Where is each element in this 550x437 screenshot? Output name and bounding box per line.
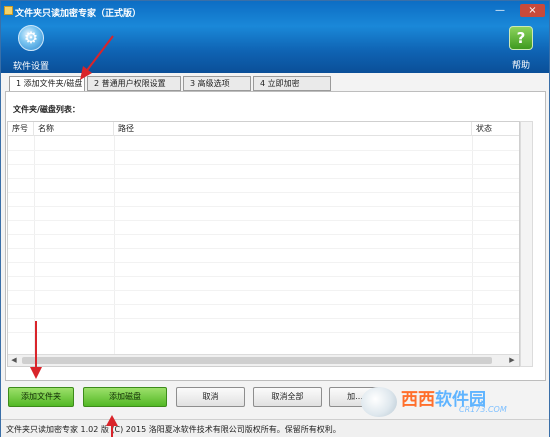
column-divider [472, 136, 473, 354]
app-icon [4, 6, 13, 15]
tab-advanced[interactable]: 3 高级选项 [183, 76, 251, 91]
column-header-name[interactable]: 名称 [34, 122, 114, 136]
scroll-left-icon[interactable]: ◀ [9, 356, 19, 365]
status-bar: 文件夹只读加密专家 1.02 版 (C) 2015 洛阳夏冰软件技术有限公司版权… [1, 419, 549, 437]
side-scroll-area [520, 121, 533, 367]
column-header-index[interactable]: 序号 [8, 122, 34, 136]
row-divider [8, 150, 519, 151]
gear-icon: ⚙ [18, 25, 44, 51]
column-header-path[interactable]: 路径 [114, 122, 472, 136]
question-icon: ? [509, 26, 533, 50]
minimize-button[interactable]: — [492, 4, 508, 17]
close-button[interactable]: × [520, 4, 545, 17]
row-divider [8, 178, 519, 179]
row-divider [8, 318, 519, 319]
settings-button[interactable]: ⚙ 软件设置 [9, 25, 53, 72]
annotation-arrow-add-disk [106, 415, 118, 437]
settings-label: 软件设置 [12, 62, 49, 72]
row-divider [8, 276, 519, 277]
annotation-arrow-add-folder [30, 321, 42, 379]
watermark-url: CR173.COM [459, 405, 507, 414]
list-caption: 文件夹/磁盘列表： [13, 105, 80, 114]
help-label: 帮助 [511, 61, 530, 71]
scroll-right-icon[interactable]: ▶ [507, 356, 517, 365]
row-divider [8, 304, 519, 305]
row-divider [8, 164, 519, 165]
window-title: 文件夹只读加密专家（正式版） [15, 9, 142, 19]
table-header: 序号 名称 路径 状态 [8, 122, 519, 136]
help-button[interactable]: ? 帮助 [499, 25, 543, 71]
table-body [8, 136, 519, 354]
row-divider [8, 206, 519, 207]
row-divider [8, 220, 519, 221]
add-disk-button[interactable]: 添加磁盘 [83, 387, 167, 407]
watermark: 西西软件园 CR173.COM [361, 385, 541, 419]
cancel-all-button[interactable]: 取消全部 [253, 387, 322, 407]
cancel-button[interactable]: 取消 [176, 387, 245, 407]
column-divider [114, 136, 115, 354]
scroll-thumb[interactable] [22, 357, 492, 364]
row-divider [8, 262, 519, 263]
row-divider [8, 192, 519, 193]
row-divider [8, 290, 519, 291]
row-divider [8, 234, 519, 235]
tab-encrypt-now[interactable]: 4 立即加密 [253, 76, 331, 91]
horizontal-scrollbar[interactable]: ◀ ▶ [8, 354, 519, 366]
annotation-arrow-tab [80, 35, 114, 80]
column-header-status[interactable]: 状态 [472, 122, 519, 136]
row-divider [8, 332, 519, 333]
watermark-logo-icon [361, 387, 397, 417]
add-folder-button[interactable]: 添加文件夹 [8, 387, 74, 407]
copyright-text: 文件夹只读加密专家 1.02 版 (C) 2015 洛阳夏冰软件技术有限公司版权… [6, 425, 341, 434]
row-divider [8, 248, 519, 249]
app-window: 文件夹只读加密专家（正式版） — × ⚙ 软件设置 ? 帮助 1 添加文件夹/磁… [0, 0, 550, 437]
folder-disk-table[interactable]: 序号 名称 路径 状态 ◀ ▶ [7, 121, 520, 367]
watermark-brand-a: 西西 [401, 390, 435, 410]
